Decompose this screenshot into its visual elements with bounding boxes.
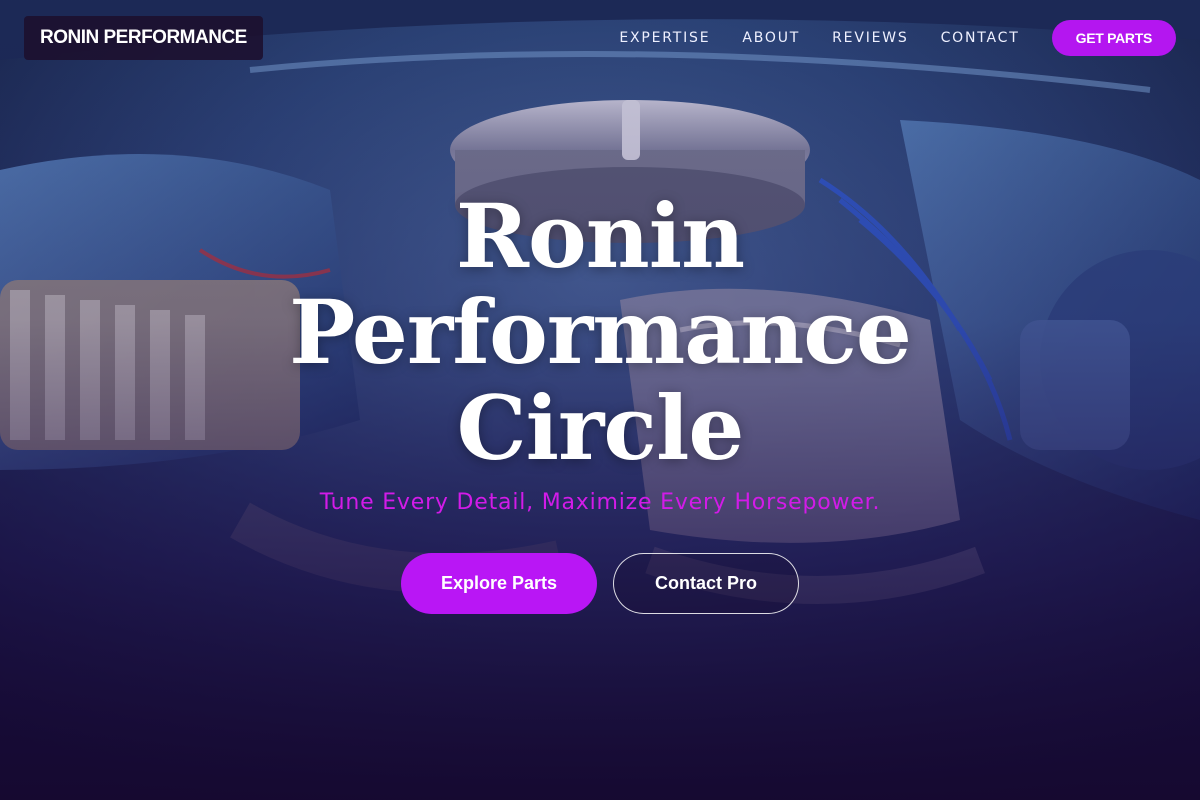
hero-title: Ronin Performance Circle — [0, 188, 1200, 476]
nav-link-about[interactable]: ABOUT — [742, 30, 800, 46]
hero-title-line: Ronin — [455, 184, 745, 288]
hero-title-line: Performance — [289, 280, 912, 384]
brand-logo[interactable]: RONIN PERFORMANCE — [24, 16, 263, 60]
nav-link-expertise[interactable]: EXPERTISE — [619, 30, 710, 46]
nav-link-contact[interactable]: CONTACT — [941, 30, 1020, 46]
hero-actions: Explore Parts Contact Pro — [0, 553, 1200, 614]
nav-link-reviews[interactable]: REVIEWS — [832, 30, 908, 46]
main-nav: EXPERTISE ABOUT REVIEWS CONTACT GET PART… — [619, 20, 1176, 56]
hero-title-line: Circle — [456, 376, 745, 480]
hero-tagline: Tune Every Detail, Maximize Every Horsep… — [319, 490, 881, 515]
get-parts-button[interactable]: GET PARTS — [1051, 20, 1176, 56]
contact-pro-button[interactable]: Contact Pro — [613, 553, 799, 614]
explore-parts-button[interactable]: Explore Parts — [401, 553, 597, 614]
hero-section: RONIN PERFORMANCE EXPERTISE ABOUT REVIEW… — [0, 0, 1200, 800]
